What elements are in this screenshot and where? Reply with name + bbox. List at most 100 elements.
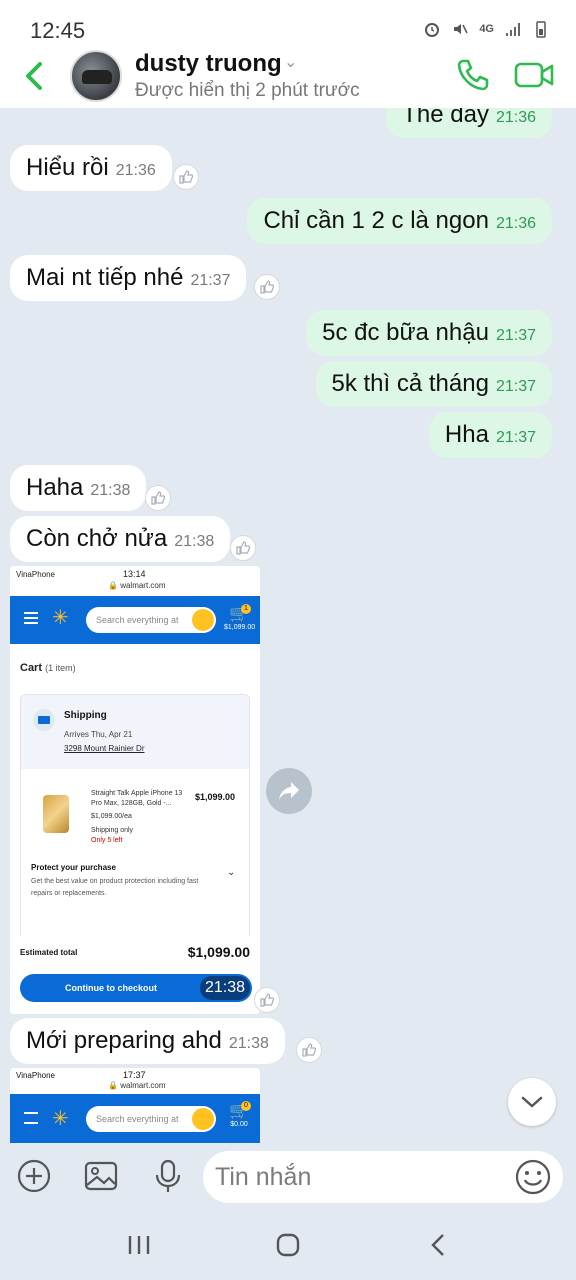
phone-icon[interactable] [455,57,491,93]
image-clock: 17:37 [123,1070,146,1080]
back-icon[interactable] [20,58,52,94]
system-nav-bar [0,1210,576,1280]
like-icon[interactable] [296,1037,322,1063]
protect-description: Get the best value on product protection… [31,878,199,897]
message-time: 21:37 [495,378,536,395]
image-url: 🔒 walmart.com [108,1081,166,1090]
recent-apps-icon[interactable] [124,1230,154,1260]
message-text: Chỉ cần 1 2 c là ngon [263,207,489,234]
truck-icon [33,709,55,731]
message-list[interactable]: The day 21:36 Hiểu rồi 21:36 Chỉ cần 1 2… [0,108,576,1143]
scroll-to-bottom-button[interactable] [508,1078,556,1126]
message-text: 5k thì cả tháng [331,370,489,397]
back-nav-icon[interactable] [424,1230,454,1260]
cart-total-header: $0.00 [230,1121,248,1128]
stock-warning: Only 5 left [91,837,123,844]
checkout-button-image: Continue to checkout 21:38 [20,974,252,1002]
image-search-box: Search everything at [86,1106,216,1132]
network-type: 4G [479,23,494,35]
share-icon [279,782,299,800]
walmart-spark-icon: ✳ [52,1108,69,1130]
contact-name[interactable]: dusty truong [135,50,282,78]
image-status-bar: VinaPhone 13:14 🔒 walmart.com [10,566,260,596]
cart-title-text: Cart [20,662,43,674]
like-icon[interactable] [230,535,256,561]
message-text: 5c đc bữa nhậu [322,319,489,346]
cart-item-count: (1 item) [45,663,76,673]
message-outgoing[interactable]: Chỉ cần 1 2 c là ngon 21:36 [247,198,552,244]
message-text: Hha [444,421,489,448]
walmart-header: ✳ Search everything at 🛒 1 $1,099.00 [10,596,260,644]
shipping-title: Shipping [64,710,107,721]
image-search-box: Search everything at [86,607,216,633]
image-status-bar: VinaPhone 17:37 🔒 walmart.com [10,1068,260,1094]
image-message[interactable]: VinaPhone 17:37 🔒 walmart.com ✳ Search e… [10,1068,260,1143]
product-image [43,795,69,833]
search-icon [192,1108,214,1130]
price-each: $1,099.00/ea [91,813,132,820]
message-time: 21:37 [495,327,536,344]
like-icon[interactable] [145,485,171,511]
message-text: Còn chở nửa [26,525,168,552]
emoji-icon[interactable] [514,1158,552,1196]
message-incoming[interactable]: Mai nt tiếp nhé 21:37 [10,255,247,301]
avatar[interactable] [70,50,122,102]
like-icon[interactable] [254,987,280,1013]
mute-icon [454,24,468,34]
image-carrier: VinaPhone [16,570,55,579]
plus-icon[interactable] [16,1158,52,1194]
chevron-down-icon [521,1096,543,1108]
protect-title: Protect your purchase [31,863,116,872]
shipping-section: Shipping Arrives Thu, Apr 21 3298 Mount … [21,695,249,769]
video-call-icon[interactable] [514,58,554,92]
cart-title: Cart (1 item) [20,662,76,674]
image-icon[interactable] [83,1158,119,1194]
message-incoming[interactable]: Haha 21:38 [10,465,147,511]
estimated-label: Estimated total [20,948,78,957]
message-incoming[interactable]: Còn chở nửa 21:38 [10,516,231,562]
message-time: 21:36 [495,109,536,126]
chevron-down-icon: ⌄ [227,867,236,878]
alarm-icon [425,23,440,37]
image-message[interactable]: VinaPhone 13:14 🔒 walmart.com ✳ Search e… [10,566,260,1014]
cart-badge: 0 [241,1101,251,1111]
like-icon[interactable] [254,274,280,300]
shipping-only: Shipping only [91,827,134,834]
message-incoming[interactable]: Mới preparing ahd 21:38 [10,1018,285,1064]
message-incoming[interactable]: Hiểu rồi 21:36 [10,145,172,191]
estimated-value: $1,099.00 [187,944,250,960]
message-time: 21:36 [115,162,156,179]
product-description: Straight Talk Apple iPhone 13 Pro Max, 1… [91,790,183,807]
checkout-label: Continue to checkout [65,983,157,993]
message-time: 21:37 [495,429,536,446]
message-time: 21:37 [190,272,231,289]
status-time: 12:45 [30,18,86,43]
menu-icon [24,1112,38,1124]
image-url-text: walmart.com [120,1081,166,1090]
like-icon[interactable] [173,164,199,190]
image-url: 🔒 walmart.com [108,581,166,590]
message-time: 21:38 [90,482,131,499]
chevron-down-icon[interactable]: ⌄ [284,52,297,72]
message-text: Hiểu rồi [26,154,109,181]
cart-badge: 1 [241,604,251,614]
message-outgoing[interactable]: 5k thì cả tháng 21:37 [315,361,552,407]
home-icon[interactable] [273,1230,303,1260]
composer-bar [0,1143,576,1210]
arrival-date: Arrives Thu, Apr 21 [64,730,133,739]
image-url-text: walmart.com [120,581,166,590]
mic-icon[interactable] [150,1158,186,1194]
message-outgoing[interactable]: 5c đc bữa nhậu 21:37 [306,310,552,356]
cart-total-header: $1,099.00 [224,624,256,631]
message-text: The day [402,108,489,128]
presence-status: Được hiển thị 2 phút trước [135,80,360,101]
message-input[interactable] [203,1151,563,1203]
message-text: Mới preparing ahd [26,1027,222,1054]
message-text: Haha [26,474,84,501]
message-time: 21:38 [200,976,250,1000]
share-button[interactable] [266,768,312,814]
message-outgoing[interactable]: The day 21:36 [386,108,552,138]
search-icon [192,609,214,631]
message-time: 21:38 [174,533,215,550]
message-outgoing[interactable]: Hha 21:37 [428,412,552,458]
